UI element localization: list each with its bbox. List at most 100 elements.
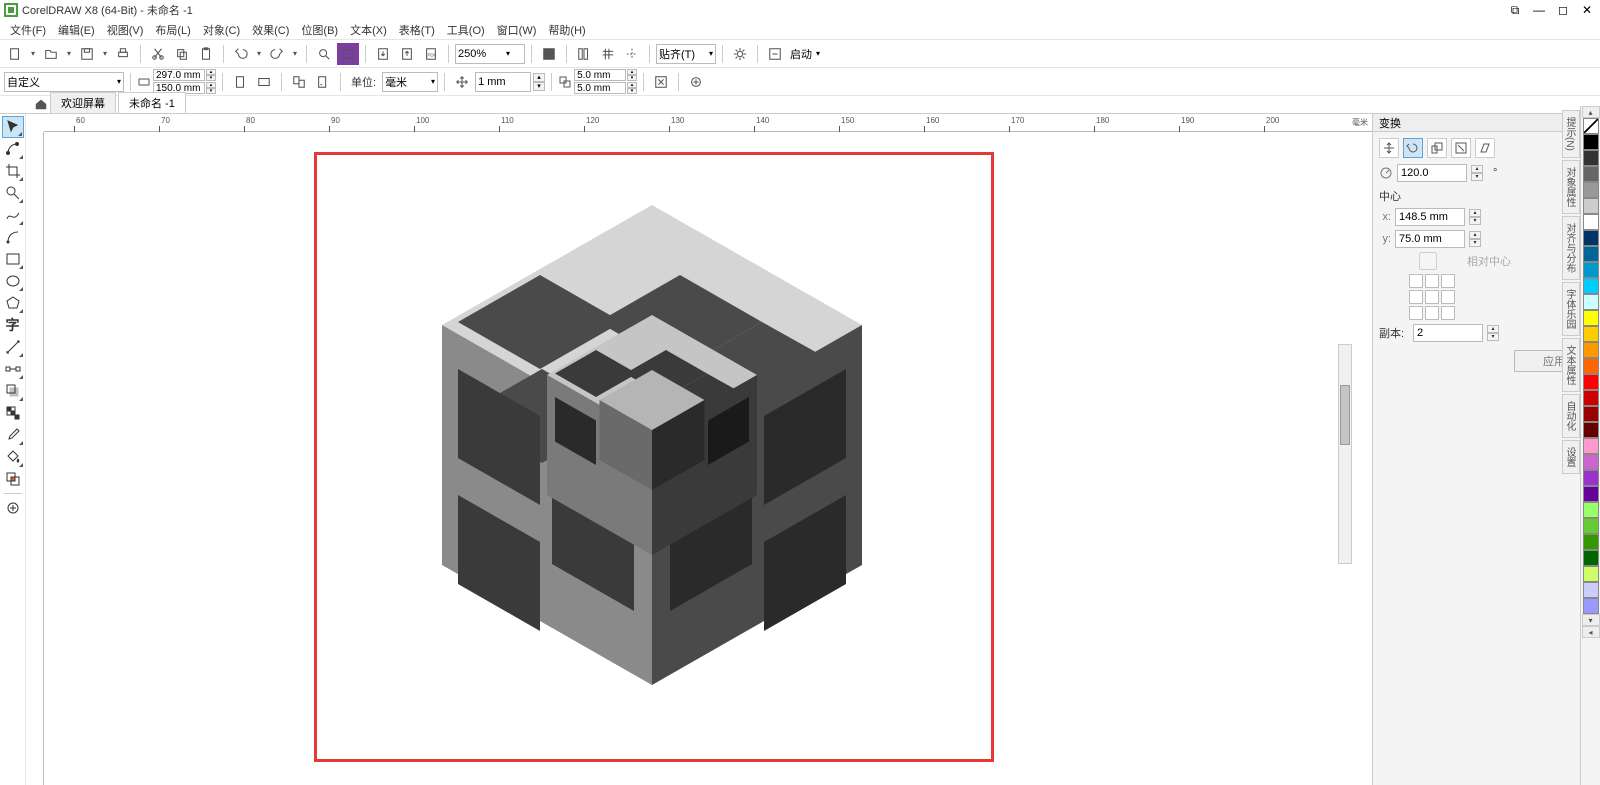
tab-welcome[interactable]: 欢迎屏幕	[50, 92, 116, 113]
show-rulers-button[interactable]	[573, 43, 595, 65]
smart-fill-tool[interactable]	[2, 468, 24, 490]
publish-pdf-button[interactable]: PDF	[420, 43, 442, 65]
cx-spinner[interactable]: ▴▾	[1469, 209, 1481, 225]
menu-table[interactable]: 表格(T)	[393, 20, 441, 40]
color-swatch[interactable]	[1583, 294, 1599, 310]
width-spinner[interactable]: ▴▾	[206, 69, 216, 81]
ellipse-tool[interactable]	[2, 270, 24, 292]
sidetab-object-props[interactable]: 对象属性	[1562, 160, 1580, 214]
drop-shadow-tool[interactable]	[2, 380, 24, 402]
nudge-input[interactable]	[475, 72, 531, 92]
interactive-fill-tool[interactable]	[2, 446, 24, 468]
color-swatch[interactable]	[1583, 422, 1599, 438]
redo-dropdown[interactable]: ▾	[290, 43, 300, 65]
color-swatch[interactable]	[1583, 582, 1599, 598]
angle-input[interactable]	[1397, 164, 1467, 182]
scale-tab[interactable]	[1427, 138, 1447, 158]
dupx-spinner[interactable]: ▴▾	[627, 69, 637, 81]
polygon-tool[interactable]	[2, 292, 24, 314]
options-button[interactable]	[729, 43, 751, 65]
anchor-tr[interactable]	[1441, 274, 1455, 288]
size-tab[interactable]	[1451, 138, 1471, 158]
rotate-tab[interactable]	[1403, 138, 1423, 158]
color-swatch[interactable]	[1583, 182, 1599, 198]
color-swatch[interactable]	[1583, 198, 1599, 214]
zoom-combo[interactable]: ▾	[455, 44, 525, 64]
show-grid-button[interactable]	[597, 43, 619, 65]
color-swatch[interactable]	[1583, 470, 1599, 486]
connector-tool[interactable]	[2, 358, 24, 380]
color-swatch[interactable]	[1583, 486, 1599, 502]
help-ext-icon[interactable]: ⧉	[1506, 3, 1524, 17]
color-swatch[interactable]	[1583, 246, 1599, 262]
vertical-ruler[interactable]	[26, 132, 44, 785]
transparency-tool[interactable]	[2, 402, 24, 424]
anchor-tl[interactable]	[1409, 274, 1423, 288]
angle-spinner[interactable]: ▴▾	[1471, 165, 1483, 181]
color-swatch[interactable]	[1583, 374, 1599, 390]
freehand-tool[interactable]	[2, 204, 24, 226]
sidetab-font-playground[interactable]: 字体乐园	[1562, 282, 1580, 336]
center-y-input[interactable]	[1395, 230, 1465, 248]
color-swatch[interactable]	[1583, 390, 1599, 406]
search-button[interactable]	[313, 43, 335, 65]
color-swatch[interactable]	[1583, 262, 1599, 278]
cy-spinner[interactable]: ▴▾	[1469, 231, 1481, 247]
save-button[interactable]	[76, 43, 98, 65]
color-swatch[interactable]	[1583, 438, 1599, 454]
color-swatch[interactable]	[1583, 534, 1599, 550]
canvas[interactable]	[44, 132, 1372, 785]
home-icon[interactable]	[34, 97, 48, 111]
print-button[interactable]	[112, 43, 134, 65]
maximize-button[interactable]: ◻	[1554, 3, 1572, 17]
zoom-tool[interactable]	[2, 182, 24, 204]
pick-tool[interactable]	[2, 116, 24, 138]
menu-tools[interactable]: 工具(O)	[441, 20, 491, 40]
color-swatch[interactable]	[1583, 518, 1599, 534]
menu-bitmap[interactable]: 位图(B)	[295, 20, 344, 40]
quick-customize-toolbox[interactable]	[2, 497, 24, 519]
palette-up[interactable]: ▴	[1582, 106, 1600, 118]
zoom-input[interactable]	[458, 48, 506, 60]
menu-window[interactable]: 窗口(W)	[491, 20, 543, 40]
show-guides-button[interactable]	[621, 43, 643, 65]
paste-button[interactable]	[195, 43, 217, 65]
fullscreen-button[interactable]	[538, 43, 560, 65]
center-x-input[interactable]	[1395, 208, 1465, 226]
color-swatch[interactable]	[1583, 150, 1599, 166]
open-button[interactable]	[40, 43, 62, 65]
open-dropdown[interactable]: ▾	[64, 43, 74, 65]
palette-down[interactable]: ▾	[1582, 614, 1600, 626]
skew-tab[interactable]	[1475, 138, 1495, 158]
menu-file[interactable]: 文件(F)	[4, 20, 52, 40]
color-swatch[interactable]	[1583, 566, 1599, 582]
height-spinner[interactable]: ▴▾	[206, 82, 216, 94]
page-preset-combo[interactable]: 自定义▾	[4, 72, 124, 92]
palette-flyout[interactable]: ◂	[1582, 626, 1600, 638]
sidetab-hints[interactable]: 提示(N)	[1562, 110, 1580, 158]
text-tool[interactable]: 字	[2, 314, 24, 336]
menu-layout[interactable]: 布局(L)	[149, 20, 196, 40]
color-swatch[interactable]	[1583, 166, 1599, 182]
new-dropdown[interactable]: ▾	[28, 43, 38, 65]
color-swatch[interactable]	[1583, 550, 1599, 566]
dupy-spinner[interactable]: ▴▾	[627, 82, 637, 94]
app-launcher-icon[interactable]	[764, 43, 786, 65]
landscape-button[interactable]	[253, 71, 275, 93]
color-swatch[interactable]	[1583, 326, 1599, 342]
artistic-media-tool[interactable]	[2, 226, 24, 248]
import-button[interactable]	[372, 43, 394, 65]
color-swatch[interactable]	[1583, 310, 1599, 326]
anchor-bl[interactable]	[1409, 306, 1423, 320]
units-combo[interactable]: 毫米▾	[382, 72, 438, 92]
color-swatch[interactable]	[1583, 134, 1599, 150]
anchor-tc[interactable]	[1425, 274, 1439, 288]
cut-button[interactable]	[147, 43, 169, 65]
no-color-swatch[interactable]	[1583, 118, 1599, 134]
menu-view[interactable]: 视图(V)	[101, 20, 150, 40]
color-swatch[interactable]	[1583, 502, 1599, 518]
dup-y-input[interactable]	[574, 82, 626, 94]
corel-connect-icon[interactable]	[337, 43, 359, 65]
eyedropper-tool[interactable]	[2, 424, 24, 446]
new-button[interactable]	[4, 43, 26, 65]
